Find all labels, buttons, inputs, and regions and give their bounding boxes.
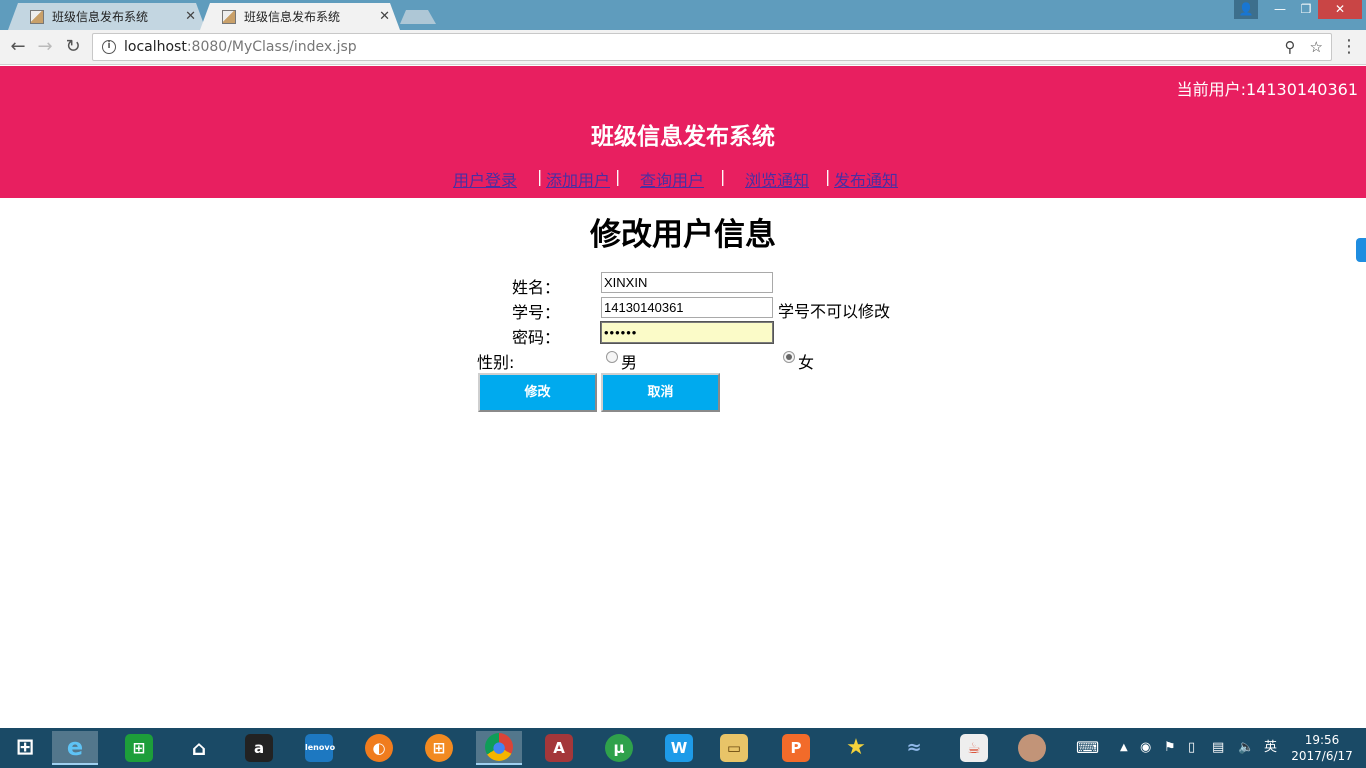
new-tab-button[interactable] [400,6,436,24]
restore-icon[interactable]: ❐ [1292,0,1320,19]
tab-close-icon[interactable]: ✕ [379,9,390,24]
page-title: 修改用户信息 [590,217,776,253]
side-widget-tab[interactable] [1356,238,1366,262]
keyboard-icon[interactable]: ⌨ [1076,728,1099,768]
gender-label: 性别: [477,353,515,372]
gender-female-label: 女 [798,353,815,372]
nav-link-publish-notice[interactable]: 发布通知 [834,167,898,191]
clock-time: 19:56 [1304,733,1340,747]
file-explorer-icon[interactable]: ▭ [711,731,757,765]
windows-taskbar: ⊞ e ⊞ ⌂ a lenovo ◐ ⊞ ● A µ W ▭ P ★ ≈ ☕ ⌨… [0,728,1366,768]
java-icon[interactable]: ☕ [951,731,997,765]
page-favicon-icon [30,10,44,24]
forward-arrow-icon[interactable]: → [33,35,57,59]
url-host: localhost [124,39,187,55]
nav-separator: | [720,167,726,186]
gender-male-radio[interactable] [606,351,618,363]
current-user-label: 当前用户:14130140361 [1176,80,1358,99]
student-id-label: 学号： [512,303,561,322]
tab-close-icon[interactable]: ✕ [185,9,196,24]
student-id-note: 学号不可以修改 [778,302,891,321]
browser-tabstrip: 班级信息发布系统 ✕ 班级信息发布系统 ✕ 👤 — ❐ ✕ [0,0,1366,30]
site-title: 班级信息发布系统 [591,124,775,150]
browser-tab[interactable]: 班级信息发布系统 ✕ [8,3,206,30]
clock[interactable]: 19:56 2017/6/17 [1290,732,1354,764]
star-app-icon[interactable]: ★ [833,731,879,765]
browser-tab-active[interactable]: 班级信息发布系统 ✕ [200,3,400,30]
name-input[interactable] [601,272,773,293]
password-label: 密码： [512,328,561,347]
nav-separator: | [615,167,621,186]
address-bar[interactable]: i localhost:8080/MyClass/index.jsp ⚲ ☆ [92,33,1332,61]
store-icon[interactable]: ⊞ [116,731,162,765]
tab-title: 班级信息发布系统 [52,10,149,24]
student-id-input[interactable] [601,297,773,318]
chrome-icon[interactable]: ● [476,731,522,765]
firefox-like-icon[interactable]: ◐ [356,731,402,765]
device-icon[interactable]: ▯ [1188,728,1195,768]
nav-link-query-user[interactable]: 查询用户 [640,167,704,191]
reload-icon[interactable]: ↻ [61,35,85,59]
lenovo-icon[interactable]: lenovo [296,731,342,765]
page-favicon-icon [222,10,236,24]
window-close-icon[interactable]: ✕ [1318,0,1362,19]
home-icon[interactable]: ⌂ [176,731,222,765]
user-profile-icon[interactable]: 👤 [1234,0,1258,19]
wps-presentation-icon[interactable]: P [773,731,819,765]
clock-date: 2017/6/17 [1291,749,1353,763]
volume-icon[interactable]: 🔈 [1238,728,1254,768]
amazon-icon[interactable]: a [236,731,282,765]
browser-toolbar: ← → ↻ i localhost:8080/MyClass/index.jsp… [0,30,1366,65]
nav-link-add-user[interactable]: 添加用户 [546,167,610,191]
minimize-icon[interactable]: — [1266,0,1294,19]
url-path: :8080/MyClass/index.jsp [186,39,357,55]
pin-icon[interactable]: ⚲ [1285,38,1296,56]
back-arrow-icon[interactable]: ← [6,35,30,59]
utorrent-icon[interactable]: µ [596,731,642,765]
nav-separator: | [825,167,831,186]
nav-link-login[interactable]: 用户登录 [453,167,517,191]
cancel-button[interactable]: 取消 [601,373,720,412]
avatar-photo-icon[interactable] [1009,731,1055,765]
nav-separator: | [537,167,543,186]
browser-menu-icon[interactable]: ⋮ [1340,36,1358,58]
gender-female-radio[interactable] [783,351,795,363]
name-label: 姓名： [512,278,561,297]
site-info-icon[interactable]: i [102,40,116,54]
dolphin-icon[interactable]: ≈ [891,731,937,765]
nav-link-browse-notices[interactable]: 浏览通知 [745,167,809,191]
password-input[interactable] [600,321,774,344]
internet-explorer-icon[interactable]: e [52,731,98,765]
windows-start-icon[interactable]: ⊞ [2,731,48,765]
gender-male-label: 男 [621,353,638,372]
bookmark-star-icon[interactable]: ☆ [1310,38,1323,56]
wps-icon[interactable]: W [656,731,702,765]
network-icon[interactable]: ▤ [1212,728,1224,768]
apps-grid-icon[interactable]: ⊞ [416,731,462,765]
qq-icon[interactable]: ◉ [1140,728,1151,768]
tab-title: 班级信息发布系统 [244,10,341,24]
ime-indicator[interactable]: 英 [1264,728,1277,768]
site-header: 当前用户:14130140361 班级信息发布系统 用户登录 | 添加用户 | … [0,66,1366,198]
network-warning-icon[interactable]: ⚑ [1164,728,1176,768]
submit-button[interactable]: 修改 [478,373,597,412]
tray-expand-icon[interactable]: ▲ [1120,728,1128,768]
access-icon[interactable]: A [536,731,582,765]
